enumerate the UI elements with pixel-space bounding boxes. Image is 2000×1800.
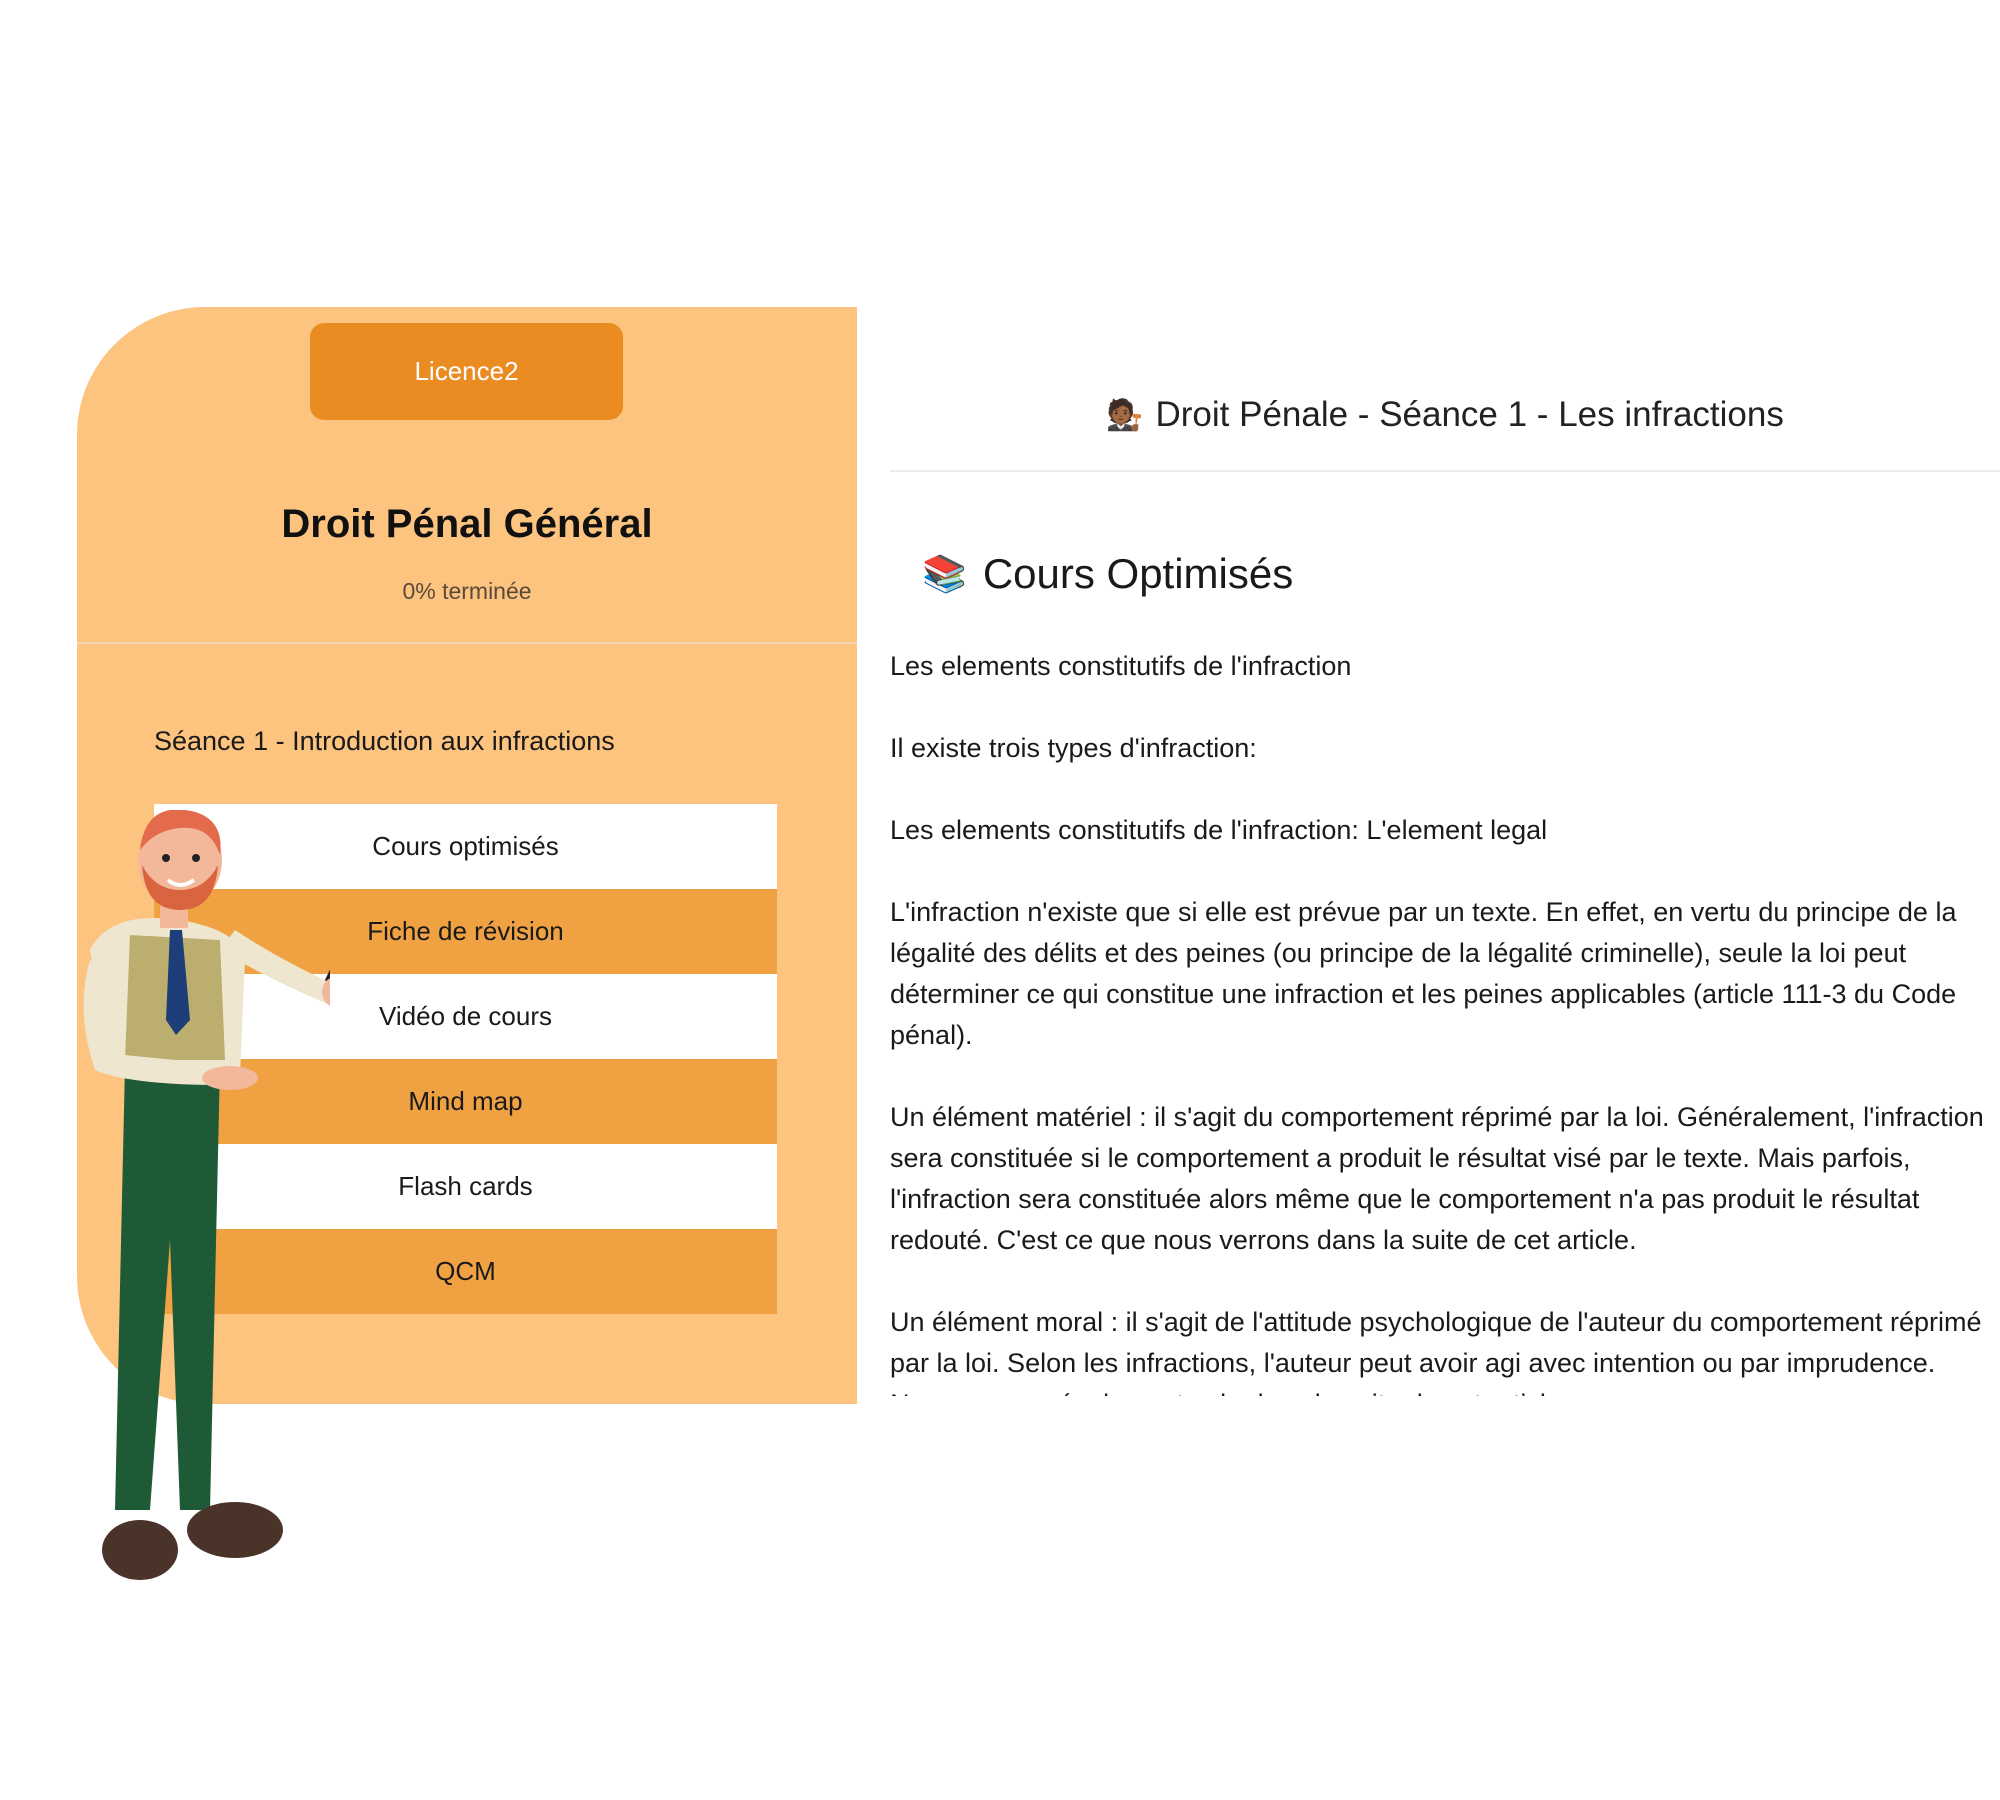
lesson-title: Droit Pénale - Séance 1 - Les infraction… (1155, 395, 1784, 434)
left-hand (202, 1066, 258, 1090)
paragraph: Un élément moral : il s'agit de l'attitu… (890, 1307, 1982, 1396)
paragraph: L'infraction n'existe que si elle est pr… (890, 897, 1957, 1050)
paragraph: Les elements constitutifs de l'infractio… (890, 651, 1352, 681)
content-header: 🧑🏾‍⚖️ Droit Pénale - Séance 1 - Les infr… (890, 360, 2000, 472)
progress-text: 0% terminée (402, 578, 532, 604)
paragraph: Un élément matériel : il s'agit du compo… (890, 1102, 1984, 1255)
right-shoe (187, 1502, 283, 1558)
paragraph: Les elements constitutifs de l'infractio… (890, 815, 1548, 845)
level-badge[interactable]: Licence2 (310, 323, 623, 420)
trousers (115, 1065, 220, 1510)
judge-emoji-icon: 🧑🏾‍⚖️ (1106, 398, 1144, 432)
right-eye (192, 854, 200, 862)
pointer-stick (318, 969, 330, 996)
course-title: Droit Pénal Général (281, 502, 653, 546)
lesson-body: Les elements constitutifs de l'infractio… (890, 646, 1990, 1396)
section-heading: 📚 Cours Optimisés (922, 550, 1293, 598)
paragraph: Il existe trois types d'infraction: (890, 733, 1257, 763)
left-shoe (102, 1520, 178, 1580)
section-title: Cours Optimisés (982, 550, 1294, 597)
books-icon: 📚 (922, 553, 967, 594)
teacher-illustration (83, 810, 330, 1580)
sidebar-divider (77, 642, 857, 644)
session-title[interactable]: Séance 1 - Introduction aux infractions (154, 726, 615, 757)
left-eye (162, 854, 170, 862)
